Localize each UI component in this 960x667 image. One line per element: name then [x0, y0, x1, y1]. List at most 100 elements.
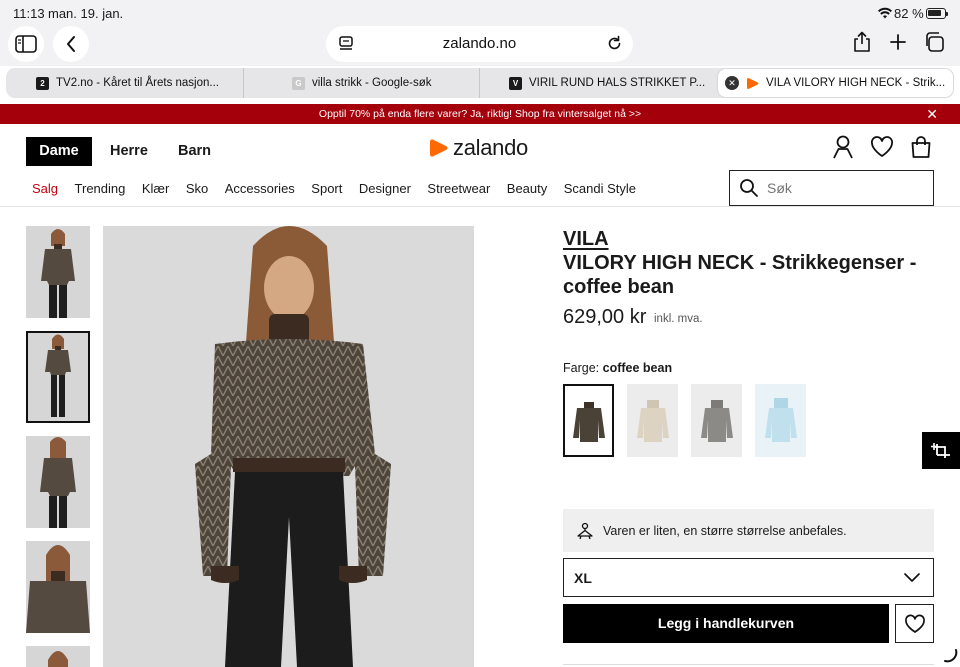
google-favicon-icon: G: [292, 76, 305, 90]
product-photo-detail: [26, 545, 90, 633]
product-photo-extra: [48, 651, 68, 667]
category-nav: Salg Trending Klær Sko Accessories Sport…: [32, 181, 653, 196]
gender-tab-barn[interactable]: Barn: [178, 137, 211, 166]
heart-icon: [904, 614, 925, 633]
nav-sport[interactable]: Sport: [311, 181, 342, 196]
address-bar[interactable]: zalando.no: [326, 26, 633, 62]
color-label: Farge: coffee bean: [563, 361, 672, 375]
search-icon: [740, 179, 758, 197]
gender-tab-dame[interactable]: Dame: [26, 137, 92, 166]
share-button[interactable]: [849, 29, 875, 55]
tab-title: TV2.no - Kåret til Årets nasjon...: [56, 77, 219, 89]
sweater-grey-icon: [700, 399, 733, 442]
nav-designer[interactable]: Designer: [359, 181, 411, 196]
product-name: VILORY HIGH NECK - Strikkegenser - coffe…: [563, 252, 917, 298]
nav-scandi-style[interactable]: Scandi Style: [564, 181, 636, 196]
product-thumbnail-4[interactable]: [26, 541, 90, 633]
tab-title: VIRIL RUND HALS STRIKKET P...: [529, 77, 706, 89]
reload-icon[interactable]: [606, 35, 623, 52]
sidebar-toggle-button[interactable]: [8, 26, 44, 62]
status-time: 11:13: [13, 6, 45, 21]
tab-google[interactable]: G villa strikk - Google-søk: [244, 68, 480, 98]
product-price: 629,00 kr: [563, 306, 647, 328]
product-thumbnail-1[interactable]: [26, 226, 90, 318]
battery-icon: [926, 8, 948, 19]
fit-advice-text: Varen er liten, en større størrelse anbe…: [603, 523, 847, 538]
nav-streetwear[interactable]: Streetwear: [427, 181, 490, 196]
tab-tv2[interactable]: 2 TV2.no - Kåret til Årets nasjon...: [6, 68, 244, 98]
close-tab-icon[interactable]: ✕: [725, 76, 739, 90]
new-tab-button[interactable]: [885, 29, 911, 55]
add-to-wishlist-button[interactable]: [895, 604, 934, 643]
product-brand[interactable]: VILA: [563, 228, 609, 251]
color-label-text: Farge:: [563, 361, 600, 375]
tv2-favicon-icon: 2: [36, 76, 49, 90]
product-thumbnail-3[interactable]: [26, 436, 90, 528]
plus-icon: [890, 34, 906, 50]
size-select[interactable]: XL: [563, 558, 934, 597]
nav-trending[interactable]: Trending: [75, 181, 126, 196]
product-photo-front: [41, 229, 75, 318]
sweater-coffee-icon: [572, 401, 605, 442]
close-banner-icon[interactable]: ✕: [926, 104, 938, 124]
product-photo-back: [40, 437, 76, 528]
add-to-cart-button[interactable]: Legg i handlekurven: [563, 604, 889, 643]
search-box[interactable]: [729, 170, 934, 206]
product-main-image[interactable]: [103, 226, 474, 667]
loading-spinner-icon: [944, 649, 958, 663]
sidebar-icon: [15, 35, 37, 53]
crop-add-icon: [931, 442, 950, 458]
tab-bar: 2 TV2.no - Kåret til Årets nasjon... G v…: [6, 68, 954, 98]
color-value: coffee bean: [602, 361, 673, 375]
search-input[interactable]: [767, 180, 917, 196]
promo-banner[interactable]: Opptil 70% på enda flere varer? Ja, rikt…: [0, 104, 960, 124]
tab-overview-button[interactable]: [921, 29, 947, 55]
hanger-icon: [577, 522, 593, 539]
product-thumbnail-2-selected[interactable]: [26, 331, 90, 423]
nav-sko[interactable]: Sko: [186, 181, 208, 196]
url-text: zalando.no: [442, 35, 517, 52]
zalando-logo[interactable]: zalando: [430, 134, 528, 162]
tab-vila-active[interactable]: ✕ VILA VILORY HIGH NECK - Strik...: [718, 69, 953, 97]
product-model-photo: [195, 226, 391, 667]
chevron-down-icon: [904, 573, 920, 582]
share-icon: [854, 31, 870, 52]
tab-title: VILA VILORY HIGH NECK - Strik...: [766, 77, 946, 89]
status-date: man. 19. jan.: [48, 6, 124, 21]
nav-beauty[interactable]: Beauty: [507, 181, 547, 196]
nav-accessories[interactable]: Accessories: [225, 181, 295, 196]
wifi-icon: [878, 7, 892, 19]
sweater-blue-icon: [764, 397, 797, 442]
status-bar: 11:13 man. 19. jan. 82 %: [0, 0, 960, 26]
chevron-left-icon: [67, 36, 75, 52]
nav-salg[interactable]: Salg: [32, 181, 58, 196]
product-photo-full: [45, 334, 71, 417]
header-divider: [0, 206, 960, 207]
account-icon[interactable]: [830, 134, 856, 160]
wishlist-icon[interactable]: [869, 134, 895, 160]
zalando-logo-icon: [430, 139, 448, 157]
fit-advice: Varen er liten, en større størrelse anbe…: [563, 509, 934, 552]
section-divider: [563, 664, 934, 665]
sweater-cream-icon: [636, 399, 669, 442]
color-swatch-cream[interactable]: [627, 384, 678, 457]
zalando-favicon-icon: [747, 77, 759, 89]
back-button[interactable]: [53, 26, 89, 62]
color-swatch-coffee-bean[interactable]: [563, 384, 614, 457]
battery-percent: 82 %: [894, 6, 924, 21]
tabs-icon: [926, 32, 944, 52]
vat-note: inkl. mva.: [654, 313, 703, 325]
color-swatch-light-blue[interactable]: [755, 384, 806, 457]
gender-tab-herre[interactable]: Herre: [110, 137, 148, 166]
floating-crop-button[interactable]: [922, 432, 960, 469]
size-value: XL: [574, 569, 592, 586]
bag-icon[interactable]: [908, 134, 934, 160]
color-swatch-grey[interactable]: [691, 384, 742, 457]
nav-klaer[interactable]: Klær: [142, 181, 169, 196]
product-thumbnail-5[interactable]: [26, 646, 90, 667]
tab-viril[interactable]: V VIRIL RUND HALS STRIKKET P...: [480, 68, 715, 98]
browser-toolbar: zalando.no: [0, 26, 960, 66]
logo-text: zalando: [453, 135, 528, 160]
promo-text[interactable]: Opptil 70% på enda flere varer? Ja, rikt…: [319, 108, 641, 120]
tab-title: villa strikk - Google-søk: [312, 77, 432, 89]
